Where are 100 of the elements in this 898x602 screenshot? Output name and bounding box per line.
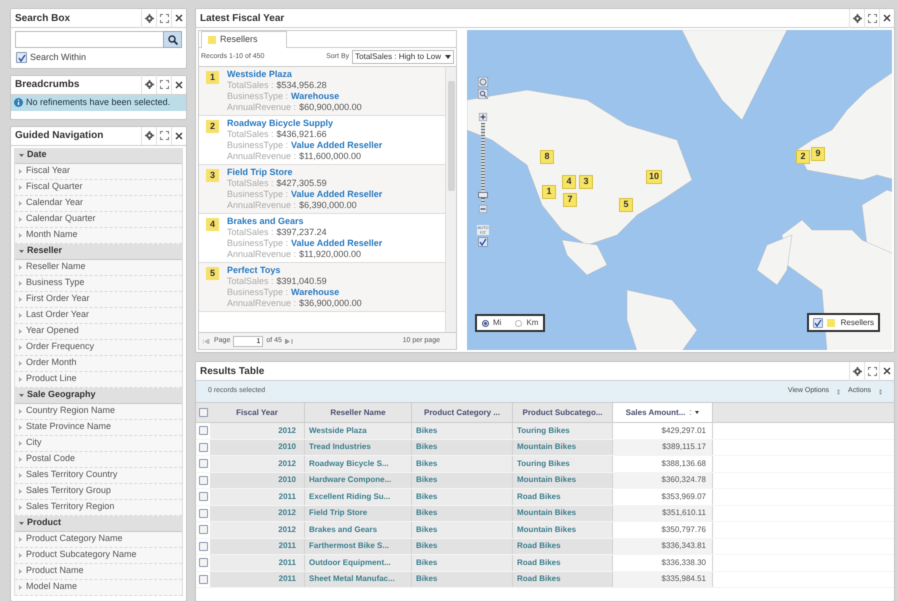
- record-link[interactable]: Field Trip Store: [227, 167, 382, 178]
- nav-item[interactable]: Last Order Year: [15, 308, 182, 324]
- nav-group-header[interactable]: Sale Geography: [15, 388, 182, 404]
- column-header[interactable]: Product Category ...: [412, 403, 513, 422]
- caret-right-icon: [19, 168, 23, 174]
- map-marker[interactable]: 10: [646, 170, 662, 184]
- unit-option[interactable]: Mi: [482, 317, 502, 329]
- nav-item[interactable]: Calendar Year: [15, 196, 182, 212]
- field-link[interactable]: Value Added Reseller: [291, 189, 382, 200]
- map-marker[interactable]: 3: [579, 175, 593, 189]
- map-marker[interactable]: 9: [811, 147, 825, 161]
- radio[interactable]: [515, 320, 522, 326]
- nav-item[interactable]: City: [15, 436, 182, 452]
- field-link[interactable]: Warehouse: [291, 91, 340, 102]
- settings-icon[interactable]: [852, 14, 862, 22]
- checkbox[interactable]: [198, 426, 208, 436]
- close-icon[interactable]: [883, 367, 891, 375]
- expand-icon[interactable]: [160, 80, 168, 89]
- nav-item[interactable]: Product Line: [15, 372, 182, 388]
- expand-icon[interactable]: [160, 131, 168, 140]
- nav-item[interactable]: Month Name: [15, 228, 182, 244]
- nav-item[interactable]: State Province Name: [15, 420, 182, 436]
- checkbox[interactable]: [198, 476, 208, 485]
- nav-item[interactable]: Business Type: [15, 276, 182, 292]
- nav-item[interactable]: Order Frequency: [15, 340, 182, 356]
- nav-item[interactable]: Country Region Name: [15, 404, 182, 420]
- checkbox[interactable]: [198, 574, 208, 584]
- field-label: BusinessType :: [227, 140, 288, 151]
- record-link[interactable]: Westside Plaza: [227, 69, 362, 80]
- search-button[interactable]: [163, 31, 182, 48]
- nav-item[interactable]: Year Opened: [15, 324, 182, 340]
- checkbox[interactable]: [812, 318, 823, 328]
- map-marker[interactable]: 7: [563, 193, 577, 207]
- nav-item[interactable]: Sales Territory Country: [15, 468, 182, 484]
- nav-item[interactable]: Product Subcategory Name: [15, 548, 182, 564]
- nav-item[interactable]: First Order Year: [15, 292, 182, 308]
- checkbox[interactable]: [198, 408, 208, 417]
- zoom-out-icon[interactable]: [479, 205, 487, 213]
- map-marker[interactable]: 4: [562, 175, 576, 189]
- map-marker[interactable]: 2: [796, 150, 810, 164]
- nav-group-header[interactable]: Product: [15, 516, 182, 532]
- slider-thumb[interactable]: [478, 192, 488, 198]
- map-marker[interactable]: 8: [540, 150, 554, 164]
- nav-item[interactable]: Order Month: [15, 356, 182, 372]
- scrollbar[interactable]: [445, 67, 456, 332]
- zoom-slider[interactable]: [481, 123, 485, 203]
- nav-item[interactable]: Postal Code: [15, 452, 182, 468]
- nav-item[interactable]: Sales Territory Group: [15, 484, 182, 500]
- map-marker[interactable]: 5: [619, 198, 633, 212]
- checkbox[interactable]: [198, 508, 208, 518]
- nav-item[interactable]: Product Name: [15, 564, 182, 580]
- field-link[interactable]: Warehouse: [291, 287, 340, 298]
- nav-item[interactable]: Product Category Name: [15, 532, 182, 548]
- nav-item[interactable]: Sales Territory Region: [15, 500, 182, 516]
- table-cell: Brakes and Gears: [305, 522, 412, 538]
- last-page-icon[interactable]: [284, 338, 293, 344]
- field-link[interactable]: Value Added Reseller: [291, 140, 382, 151]
- column-header[interactable]: Fiscal Year: [210, 403, 305, 422]
- map-marker[interactable]: 1: [542, 185, 556, 199]
- close-icon[interactable]: [175, 14, 183, 22]
- table-cell: $351,610.11: [613, 506, 713, 521]
- settings-icon[interactable]: [144, 131, 154, 140]
- zoom-in-icon[interactable]: [479, 113, 487, 121]
- nav-group-header[interactable]: Reseller: [15, 244, 182, 260]
- nav-item[interactable]: Calendar Quarter: [15, 212, 182, 228]
- expand-icon[interactable]: [868, 366, 876, 376]
- column-header[interactable]: Sales Amount...: [613, 403, 713, 422]
- field-link[interactable]: Value Added Reseller: [291, 238, 382, 249]
- checkbox[interactable]: [198, 525, 208, 534]
- record-link[interactable]: Brakes and Gears: [227, 216, 382, 227]
- tab[interactable]: Resellers: [201, 31, 287, 48]
- checkbox[interactable]: [198, 442, 208, 452]
- checkbox[interactable]: [198, 459, 208, 468]
- search-icon[interactable]: [478, 89, 488, 99]
- checkbox[interactable]: [16, 52, 27, 64]
- unit-option[interactable]: Km: [515, 317, 538, 329]
- checkbox[interactable]: [198, 542, 208, 551]
- settings-icon[interactable]: [852, 366, 862, 376]
- checkbox[interactable]: [478, 237, 488, 247]
- radio[interactable]: [482, 320, 489, 326]
- close-icon[interactable]: [175, 80, 183, 88]
- close-icon[interactable]: [175, 132, 183, 140]
- record-link[interactable]: Roadway Bicycle Supply: [227, 118, 382, 129]
- search-field[interactable]: [15, 31, 163, 48]
- close-icon[interactable]: [883, 14, 891, 22]
- column-header[interactable]: Reseller Name: [305, 403, 412, 422]
- nav-group-header[interactable]: Date: [15, 148, 182, 164]
- record-link[interactable]: Perfect Toys: [227, 265, 362, 276]
- nav-item[interactable]: Model Name: [15, 580, 182, 596]
- expand-icon[interactable]: [868, 14, 876, 22]
- nav-item[interactable]: Fiscal Quarter: [15, 180, 182, 196]
- settings-icon[interactable]: [144, 80, 154, 89]
- rank-badge: 5: [206, 267, 219, 280]
- nav-item[interactable]: Reseller Name: [15, 260, 182, 276]
- settings-icon[interactable]: [144, 14, 154, 22]
- expand-icon[interactable]: [160, 14, 168, 22]
- checkbox[interactable]: [198, 492, 208, 502]
- checkbox[interactable]: [198, 558, 208, 568]
- sort-dropdown[interactable]: TotalSales : High to Low: [352, 50, 454, 64]
- nav-item[interactable]: Fiscal Year: [15, 164, 182, 180]
